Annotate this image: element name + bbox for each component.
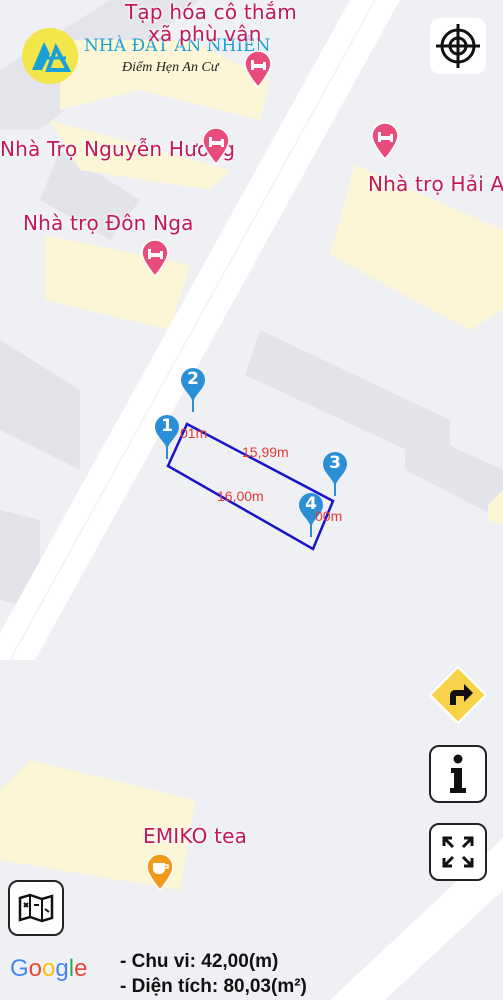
lodging-pin-icon[interactable]	[201, 127, 231, 165]
folded-map-icon	[18, 893, 54, 923]
map-view[interactable]: NHÀ ĐẤT AN NHIÊN Điểm Hẹn An Cư Tạp hóa …	[0, 0, 503, 1000]
directions-button[interactable]	[428, 665, 488, 725]
lodging-pin-icon[interactable]	[370, 122, 400, 160]
place-label-nguyen-huong[interactable]: Nhà Trọ Nguyễn Hương	[0, 137, 235, 161]
lodging-pin-icon[interactable]	[140, 239, 170, 277]
info-button[interactable]	[429, 745, 487, 803]
place-label-tap-hoa-line1[interactable]: Tạp hóa cô thắm	[125, 0, 297, 24]
place-label-hai-anh[interactable]: Nhà trọ Hải Anh	[368, 172, 503, 196]
place-label-don-nga[interactable]: Nhà trọ Đôn Nga	[23, 211, 194, 235]
edge-length-left: 01m	[180, 425, 208, 441]
place-label-tap-hoa-line2[interactable]: xã phù vân	[148, 22, 262, 46]
logo-subtitle: Điểm Hẹn An Cư	[122, 60, 219, 75]
perimeter-text: - Chu vi: 42,00(m)	[120, 951, 279, 972]
plot-summary: - Chu vi: 42,00(m) - Diện tích: 80,03(m²…	[120, 949, 307, 999]
info-icon	[450, 754, 466, 793]
plot-marker-2[interactable]: 2	[180, 366, 210, 414]
marker-number: 2	[187, 369, 199, 389]
logo-emblem-icon	[22, 28, 78, 84]
place-label-emiko-tea[interactable]: EMIKO tea	[143, 824, 247, 848]
marker-number: 3	[329, 453, 341, 473]
fullscreen-icon	[442, 836, 474, 868]
edge-length-top: 15,99m	[242, 444, 289, 460]
marker-number: 1	[161, 416, 173, 436]
area-text: - Diện tích: 80,03(m²)	[120, 976, 307, 997]
edge-length-right: 00m	[315, 508, 343, 524]
lodging-pin-icon[interactable]	[243, 50, 273, 88]
google-attribution: Google	[10, 955, 88, 982]
locate-button[interactable]	[430, 18, 486, 74]
crosshair-icon	[436, 24, 480, 68]
map-layers-button[interactable]	[8, 880, 64, 936]
edge-length-bottom: 16,00m	[217, 488, 264, 504]
cafe-pin-icon[interactable]	[145, 853, 175, 891]
fullscreen-button[interactable]	[429, 823, 487, 881]
